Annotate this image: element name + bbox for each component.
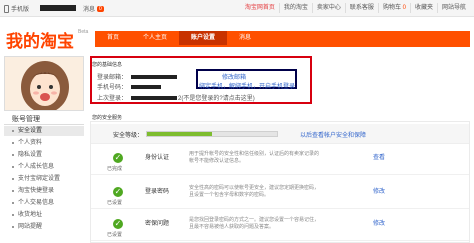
nav-tab-profile[interactable]: 个人主页 [131,31,179,45]
change-email-link[interactable]: 修改邮箱 [222,72,246,81]
bullet-icon [12,190,14,192]
sidebar-item-privacy[interactable]: 隐私设置 [4,150,84,160]
check-icon: ✓ [113,153,123,163]
phone-binding-label: 绑定手机，解绑手机，开启手机登录 [199,84,296,90]
phone-row: 手机号码： [97,82,162,91]
sidebar-item-security-settings[interactable]: 安全设置 [4,126,84,136]
sidebar-item-growth-info[interactable]: 个人成长信息 [4,162,84,172]
sidebar-item-quick-login[interactable]: 淘宝快捷登录 [4,186,84,196]
security-services-heading: 您的安全服务 [92,115,123,121]
sidebar-item-label: 个人资料 [18,140,43,146]
avatar[interactable] [4,56,84,111]
my-taobao-logo[interactable]: 我的淘宝 [6,27,74,52]
phone-icon [4,4,9,13]
nav-tab-messages[interactable]: 消息 [227,31,263,45]
sidebar-title: 账号管理 [4,114,84,125]
security-level-fill [147,132,212,136]
cart-label: 购物车 [382,5,401,11]
top-nav-home[interactable]: 淘宝网首页 [241,3,279,13]
last-login-row: 上次登录： 2(不是您登录的?请点击这里) [97,93,255,102]
service-status: 已设置 [107,200,123,206]
sidebar-item-profile[interactable]: 个人资料 [4,138,84,148]
bullet-icon [12,154,14,156]
sidebar-item-label: 隐私设置 [18,152,43,158]
service-name: 密保问题 [145,221,170,227]
top-nav-customer-service[interactable]: 联系客服 [344,3,378,13]
phone-value-redacted [131,84,162,89]
service-description: 是您找回登录密码的方式之一。建议您设置一个容易记住，且最不容易被他人获取的问题及… [189,217,320,230]
last-login-value-redacted [131,95,178,100]
bullet-icon [12,142,14,144]
sidebar-item-site-reminders[interactable]: 网站提醒 [4,222,84,232]
sidebar-item-label: 支付宝绑定设置 [18,176,61,182]
security-guarantee-link[interactable]: 以后查看帐户安全和保障 [300,130,366,139]
top-nav-seller-center[interactable]: 卖家中心 [311,3,345,13]
service-row-identity: ✓ 已完成 身份认证 用于提升帐号的安全性和信任级别，认证后的有卖家记录的帐号不… [91,148,469,175]
messages-label: 消息 [83,7,96,13]
username-redacted[interactable] [40,5,76,11]
main-nav: 首页 个人主页 账户设置 消息 [95,31,470,45]
view-identity-button[interactable]: 查看 [373,152,385,161]
email-row: 登录邮箱： [97,72,178,81]
mobile-version-label: 手机版 [11,7,30,13]
phone-label: 手机号码： [97,85,128,91]
top-nav-site-map[interactable]: 网站导航 [436,3,470,13]
bullet-icon [12,166,14,168]
check-icon: ✓ [113,219,123,229]
message-count-badge: 0 [97,5,104,12]
change-password-button[interactable]: 修改 [373,186,385,195]
change-email-label: 修改邮箱 [222,75,247,81]
nav-tab-account-settings[interactable]: 账户设置 [179,31,228,45]
email-value-redacted [131,74,178,79]
sidebar-item-label: 网站提醒 [18,224,43,230]
top-nav-favorites[interactable]: 收藏夹 [409,3,437,13]
sidebar-item-label: 淘宝快捷登录 [18,188,55,194]
basic-info-heading: 您的基础信息 [92,62,123,68]
service-row-login-password: ✓ 已设置 登录密码 安全性高的密码可以使帐号更安全，建议您定期更换密码，且设置… [91,182,469,209]
site-topbar: 手机版 消息 0 淘宝网首页 我的淘宝 卖家中心 联系客服 购物车 0 收藏夹 … [0,0,474,17]
last-login-label: 上次登录： [97,96,128,102]
sidebar-item-alipay-binding[interactable]: 支付宝绑定设置 [4,174,84,184]
bullet-icon [12,214,14,216]
cart-count: 0 [402,5,406,11]
login-not-you-link[interactable]: 2(不是您登录的?请点击这里) [178,93,255,102]
top-nav-cart[interactable]: 购物车 0 [377,3,410,13]
security-level-label: 安全等级： [113,133,144,139]
avatar-illustration [5,57,83,110]
sidebar-item-shipping-address[interactable]: 收货地址 [4,210,84,220]
top-nav: 淘宝网首页 我的淘宝 卖家中心 联系客服 购物车 0 收藏夹 网站导航 [241,3,470,13]
sidebar-item-label: 个人交易信息 [18,200,55,206]
bullet-icon [12,226,14,228]
mobile-version-link[interactable]: 手机版 [4,4,29,13]
messages-link[interactable]: 消息 0 [83,4,104,13]
email-label: 登录邮箱： [97,75,128,81]
nav-divider [95,45,470,47]
security-level-bar [146,131,278,137]
sidebar-item-label: 安全设置 [18,128,43,134]
bullet-icon [12,202,14,204]
bullet-icon [12,178,14,180]
sidebar-item-label: 个人成长信息 [18,164,55,170]
service-name: 身份认证 [145,155,170,161]
sidebar-item-trade-info[interactable]: 个人交易信息 [4,198,84,208]
service-status: 已完成 [107,166,123,172]
change-security-question-button[interactable]: 修改 [373,218,385,227]
sidebar-item-label: 收货地址 [18,212,43,218]
top-nav-my-taobao[interactable]: 我的淘宝 [278,3,312,13]
beta-badge: Beta [78,29,89,35]
phone-binding-links[interactable]: 绑定手机，解绑手机，开启手机登录 [199,81,295,90]
nav-tab-home[interactable]: 首页 [95,31,131,45]
check-icon: ✓ [113,187,123,197]
service-status: 已设置 [107,232,123,238]
bullet-icon [12,130,14,132]
service-description: 安全性高的密码可以使帐号更安全，建议您定期更换密码，且设置一个包含字母和数字的密… [189,185,320,198]
service-description: 用于提升帐号的安全性和信任级别，认证后的有卖家记录的帐号不能修改认证信息。 [189,151,320,164]
service-name: 登录密码 [145,189,170,195]
service-row-security-question: ✓ 已设置 密保问题 是您找回登录密码的方式之一。建议您设置一个容易记住，且最不… [91,214,469,241]
